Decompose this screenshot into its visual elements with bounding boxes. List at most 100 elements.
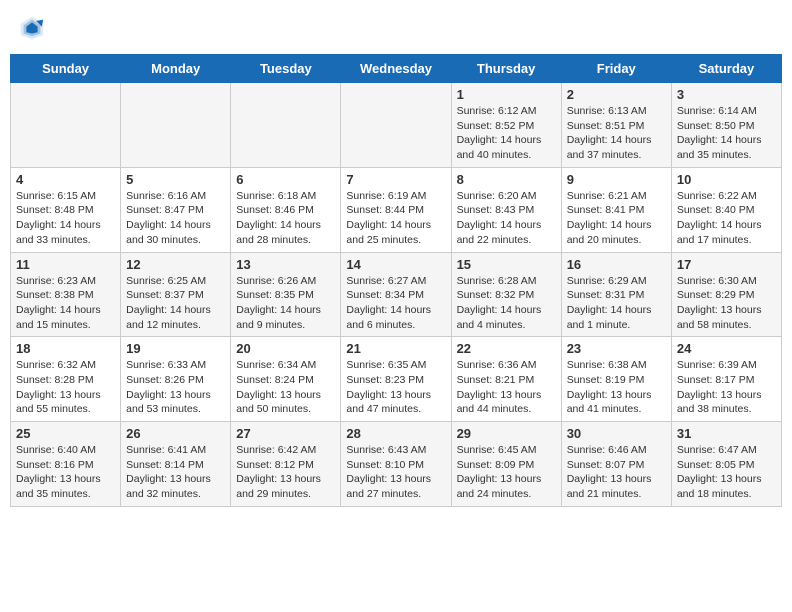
day-number: 23	[567, 341, 666, 356]
day-info: Sunrise: 6:41 AMSunset: 8:14 PMDaylight:…	[126, 443, 225, 502]
day-number: 6	[236, 172, 335, 187]
day-info: Sunrise: 6:25 AMSunset: 8:37 PMDaylight:…	[126, 274, 225, 333]
calendar-cell: 21 Sunrise: 6:35 AMSunset: 8:23 PMDayligh…	[341, 337, 451, 422]
page-header	[10, 10, 782, 46]
calendar-cell: 14 Sunrise: 6:27 AMSunset: 8:34 PMDayligh…	[341, 252, 451, 337]
calendar-cell: 24Sunrise: 6:39 AMSunset: 8:17 PMDayligh…	[671, 337, 781, 422]
day-number: 14	[346, 257, 445, 272]
calendar-cell: 2 Sunrise: 6:13 AMSunset: 8:51 PMDaylight…	[561, 83, 671, 168]
day-number: 30	[567, 426, 666, 441]
weekday-row: SundayMondayTuesdayWednesdayThursdayFrid…	[11, 55, 782, 83]
day-info: Sunrise: 6:29 AMSunset: 8:31 PMDaylight:…	[567, 274, 666, 333]
calendar-cell	[11, 83, 121, 168]
day-info: Sunrise: 6:21 AMSunset: 8:41 PMDaylight:…	[567, 189, 666, 248]
day-number: 21	[346, 341, 445, 356]
day-number: 10	[677, 172, 776, 187]
calendar-cell: 1Sunrise: 6:12 AMSunset: 8:52 PMDaylight…	[451, 83, 561, 168]
day-info: Sunrise: 6:18 AMSunset: 8:46 PMDaylight:…	[236, 189, 335, 248]
calendar-cell	[341, 83, 451, 168]
day-number: 13	[236, 257, 335, 272]
calendar-cell: 22 Sunrise: 6:36 AMSunset: 8:21 PMDayligh…	[451, 337, 561, 422]
calendar-cell: 4Sunrise: 6:15 AMSunset: 8:48 PMDaylight…	[11, 167, 121, 252]
calendar-cell: 30 Sunrise: 6:46 AMSunset: 8:07 PMDayligh…	[561, 422, 671, 507]
calendar-cell: 12 Sunrise: 6:25 AMSunset: 8:37 PMDayligh…	[121, 252, 231, 337]
logo-icon	[18, 14, 46, 42]
day-info: Sunrise: 6:27 AMSunset: 8:34 PMDaylight:…	[346, 274, 445, 333]
weekday-header: Sunday	[11, 55, 121, 83]
calendar-cell: 20 Sunrise: 6:34 AMSunset: 8:24 PMDayligh…	[231, 337, 341, 422]
day-number: 26	[126, 426, 225, 441]
day-number: 18	[16, 341, 115, 356]
calendar-cell: 27Sunrise: 6:42 AMSunset: 8:12 PMDayligh…	[231, 422, 341, 507]
day-info: Sunrise: 6:38 AMSunset: 8:19 PMDaylight:…	[567, 358, 666, 417]
calendar-cell: 19 Sunrise: 6:33 AMSunset: 8:26 PMDayligh…	[121, 337, 231, 422]
calendar-week-row: 4Sunrise: 6:15 AMSunset: 8:48 PMDaylight…	[11, 167, 782, 252]
calendar-cell: 3Sunrise: 6:14 AMSunset: 8:50 PMDaylight…	[671, 83, 781, 168]
calendar-cell: 26 Sunrise: 6:41 AMSunset: 8:14 PMDayligh…	[121, 422, 231, 507]
day-number: 17	[677, 257, 776, 272]
weekday-header: Tuesday	[231, 55, 341, 83]
day-number: 16	[567, 257, 666, 272]
day-number: 20	[236, 341, 335, 356]
calendar-cell: 15Sunrise: 6:28 AMSunset: 8:32 PMDayligh…	[451, 252, 561, 337]
calendar-cell: 23 Sunrise: 6:38 AMSunset: 8:19 PMDayligh…	[561, 337, 671, 422]
day-info: Sunrise: 6:39 AMSunset: 8:17 PMDaylight:…	[677, 358, 776, 417]
calendar-cell: 29Sunrise: 6:45 AMSunset: 8:09 PMDayligh…	[451, 422, 561, 507]
day-info: Sunrise: 6:46 AMSunset: 8:07 PMDaylight:…	[567, 443, 666, 502]
calendar-cell	[231, 83, 341, 168]
day-info: Sunrise: 6:16 AMSunset: 8:47 PMDaylight:…	[126, 189, 225, 248]
day-info: Sunrise: 6:40 AMSunset: 8:16 PMDaylight:…	[16, 443, 115, 502]
day-number: 9	[567, 172, 666, 187]
calendar-cell: 6 Sunrise: 6:18 AMSunset: 8:46 PMDaylight…	[231, 167, 341, 252]
day-info: Sunrise: 6:43 AMSunset: 8:10 PMDaylight:…	[346, 443, 445, 502]
day-info: Sunrise: 6:20 AMSunset: 8:43 PMDaylight:…	[457, 189, 556, 248]
calendar-cell: 28 Sunrise: 6:43 AMSunset: 8:10 PMDayligh…	[341, 422, 451, 507]
calendar-cell: 16 Sunrise: 6:29 AMSunset: 8:31 PMDayligh…	[561, 252, 671, 337]
calendar-cell: 25 Sunrise: 6:40 AMSunset: 8:16 PMDayligh…	[11, 422, 121, 507]
day-info: Sunrise: 6:47 AMSunset: 8:05 PMDaylight:…	[677, 443, 776, 502]
calendar-cell: 31 Sunrise: 6:47 AMSunset: 8:05 PMDayligh…	[671, 422, 781, 507]
day-info: Sunrise: 6:36 AMSunset: 8:21 PMDaylight:…	[457, 358, 556, 417]
day-info: Sunrise: 6:35 AMSunset: 8:23 PMDaylight:…	[346, 358, 445, 417]
calendar-cell: 9 Sunrise: 6:21 AMSunset: 8:41 PMDaylight…	[561, 167, 671, 252]
weekday-header: Saturday	[671, 55, 781, 83]
day-info: Sunrise: 6:22 AMSunset: 8:40 PMDaylight:…	[677, 189, 776, 248]
calendar-cell: 10 Sunrise: 6:22 AMSunset: 8:40 PMDayligh…	[671, 167, 781, 252]
calendar-week-row: 25 Sunrise: 6:40 AMSunset: 8:16 PMDayligh…	[11, 422, 782, 507]
calendar-body: 1Sunrise: 6:12 AMSunset: 8:52 PMDaylight…	[11, 83, 782, 507]
day-info: Sunrise: 6:32 AMSunset: 8:28 PMDaylight:…	[16, 358, 115, 417]
calendar-table: SundayMondayTuesdayWednesdayThursdayFrid…	[10, 54, 782, 507]
day-number: 7	[346, 172, 445, 187]
day-number: 1	[457, 87, 556, 102]
day-info: Sunrise: 6:19 AMSunset: 8:44 PMDaylight:…	[346, 189, 445, 248]
weekday-header: Thursday	[451, 55, 561, 83]
calendar-cell: 18 Sunrise: 6:32 AMSunset: 8:28 PMDayligh…	[11, 337, 121, 422]
calendar-week-row: 1Sunrise: 6:12 AMSunset: 8:52 PMDaylight…	[11, 83, 782, 168]
day-number: 22	[457, 341, 556, 356]
calendar-week-row: 18 Sunrise: 6:32 AMSunset: 8:28 PMDayligh…	[11, 337, 782, 422]
calendar-cell: 11Sunrise: 6:23 AMSunset: 8:38 PMDayligh…	[11, 252, 121, 337]
calendar-week-row: 11Sunrise: 6:23 AMSunset: 8:38 PMDayligh…	[11, 252, 782, 337]
day-info: Sunrise: 6:33 AMSunset: 8:26 PMDaylight:…	[126, 358, 225, 417]
day-number: 11	[16, 257, 115, 272]
calendar-cell	[121, 83, 231, 168]
day-number: 4	[16, 172, 115, 187]
day-number: 25	[16, 426, 115, 441]
day-info: Sunrise: 6:26 AMSunset: 8:35 PMDaylight:…	[236, 274, 335, 333]
day-number: 5	[126, 172, 225, 187]
day-number: 19	[126, 341, 225, 356]
day-number: 28	[346, 426, 445, 441]
day-info: Sunrise: 6:30 AMSunset: 8:29 PMDaylight:…	[677, 274, 776, 333]
day-number: 8	[457, 172, 556, 187]
logo	[18, 14, 50, 42]
day-number: 2	[567, 87, 666, 102]
day-info: Sunrise: 6:28 AMSunset: 8:32 PMDaylight:…	[457, 274, 556, 333]
day-info: Sunrise: 6:13 AMSunset: 8:51 PMDaylight:…	[567, 104, 666, 163]
day-info: Sunrise: 6:42 AMSunset: 8:12 PMDaylight:…	[236, 443, 335, 502]
weekday-header: Wednesday	[341, 55, 451, 83]
day-info: Sunrise: 6:34 AMSunset: 8:24 PMDaylight:…	[236, 358, 335, 417]
day-number: 12	[126, 257, 225, 272]
calendar-cell: 17 Sunrise: 6:30 AMSunset: 8:29 PMDayligh…	[671, 252, 781, 337]
day-number: 31	[677, 426, 776, 441]
calendar-cell: 8 Sunrise: 6:20 AMSunset: 8:43 PMDaylight…	[451, 167, 561, 252]
